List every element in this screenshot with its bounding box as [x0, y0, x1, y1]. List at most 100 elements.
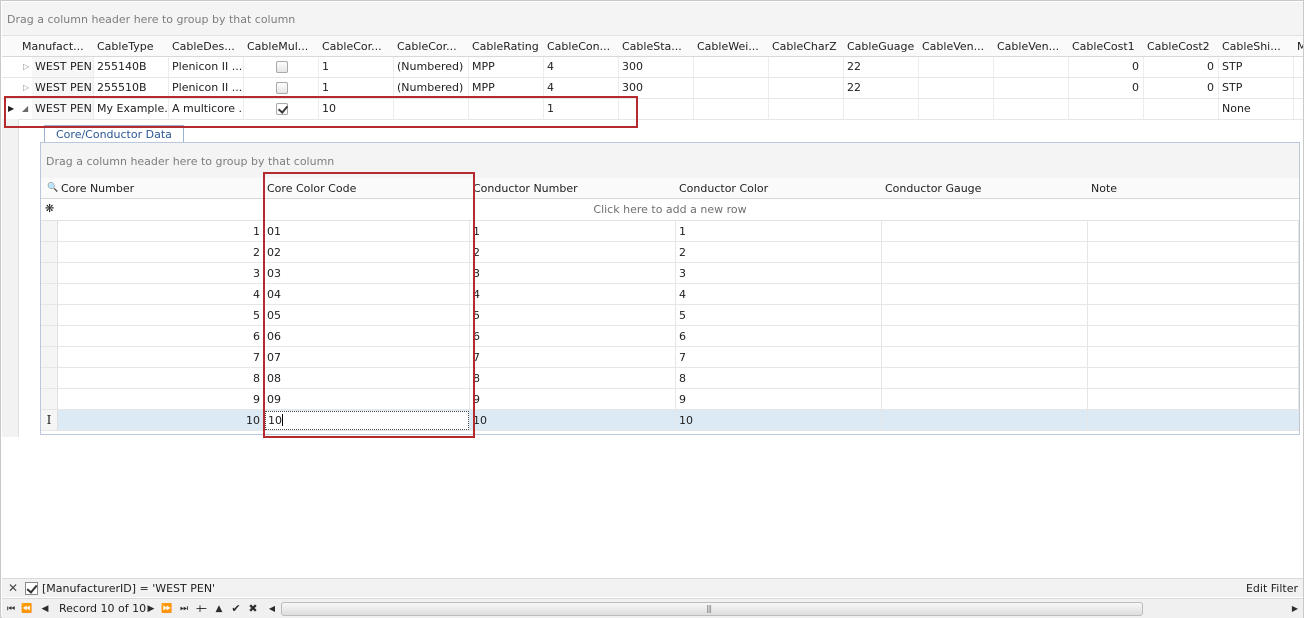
- cell-cablecharz[interactable]: [769, 78, 844, 98]
- cell-conductor-color[interactable]: 9: [676, 389, 882, 409]
- table-row[interactable]: 3 03 3 3: [41, 263, 1299, 284]
- cell-cabletype[interactable]: 255140B: [94, 57, 169, 77]
- col-header-cabletype[interactable]: CableType: [94, 36, 169, 57]
- cell-conductor-gauge[interactable]: [882, 389, 1088, 409]
- table-row[interactable]: 2 02 2 2: [41, 242, 1299, 263]
- cell-note[interactable]: [1088, 326, 1299, 346]
- cell-conductor-number[interactable]: 10: [470, 410, 676, 430]
- last-record-icon[interactable]: ⏭: [177, 601, 191, 617]
- scroll-right-icon[interactable]: ▶: [1288, 601, 1302, 617]
- new-row[interactable]: ❋ Click here to add a new row: [41, 199, 1299, 221]
- cell-cablecost2[interactable]: 0: [1144, 57, 1219, 77]
- table-row[interactable]: 4 04 4 4: [41, 284, 1299, 305]
- row-indicator[interactable]: [41, 242, 58, 262]
- col-header-cabledesc[interactable]: CableDes...: [169, 36, 244, 57]
- delete-record-icon[interactable]: −: [196, 601, 210, 617]
- col-header-conductor-number[interactable]: Conductor Number: [470, 178, 676, 199]
- previous-page-icon[interactable]: ⏪: [20, 601, 34, 617]
- cell-conductor-color[interactable]: 3: [676, 263, 882, 283]
- cell-core-numbering[interactable]: (Numbered): [394, 57, 469, 77]
- cell-cablevendor1[interactable]: [919, 57, 994, 77]
- cell-core-number[interactable]: 10: [58, 410, 264, 430]
- row-indicator[interactable]: [41, 305, 58, 325]
- cell-note[interactable]: [1088, 347, 1299, 367]
- cell-conductor-gauge[interactable]: [882, 284, 1088, 304]
- cell-cablerating[interactable]: MPP: [469, 57, 544, 77]
- cell-conductor-number[interactable]: 5: [470, 305, 676, 325]
- cell-cableconductors[interactable]: 4: [544, 57, 619, 77]
- edit-filter-button[interactable]: Edit Filter: [1246, 582, 1298, 595]
- col-header-cablevendor1[interactable]: CableVen...: [919, 36, 994, 57]
- cell-conductor-number[interactable]: 1: [470, 221, 676, 241]
- cell-cablecost2[interactable]: 0: [1144, 78, 1219, 98]
- cell-conductor-color[interactable]: 5: [676, 305, 882, 325]
- cell-conductor-number[interactable]: 8: [470, 368, 676, 388]
- horizontal-scrollbar[interactable]: |||: [281, 602, 1143, 616]
- cell-note[interactable]: [1088, 389, 1299, 409]
- col-header-cablestandard[interactable]: CableSta...: [619, 36, 694, 57]
- row-indicator[interactable]: [41, 284, 58, 304]
- edit-record-icon[interactable]: ▲: [212, 601, 226, 617]
- table-row[interactable]: 7 07 7 7: [41, 347, 1299, 368]
- cell-conductor-number[interactable]: 7: [470, 347, 676, 367]
- cell-cablestandard[interactable]: 300: [619, 57, 694, 77]
- cell-conductor-gauge[interactable]: [882, 368, 1088, 388]
- expand-icon[interactable]: ▷: [23, 78, 29, 98]
- cell-core-number[interactable]: 4: [58, 284, 264, 304]
- row-indicator[interactable]: [41, 221, 58, 241]
- filter-enable-checkbox[interactable]: [25, 582, 38, 595]
- cell-core-number[interactable]: 3: [58, 263, 264, 283]
- cell-note[interactable]: [1088, 284, 1299, 304]
- col-header-conductor-gauge[interactable]: Conductor Gauge: [882, 178, 1088, 199]
- cell-cablerating[interactable]: MPP: [469, 78, 544, 98]
- cell-conductor-number[interactable]: 4: [470, 284, 676, 304]
- table-row[interactable]: I 10 10 10 10: [41, 410, 1299, 431]
- col-header-conductor-color[interactable]: Conductor Color: [676, 178, 882, 199]
- cell-cableshield[interactable]: STP: [1219, 57, 1294, 77]
- cell-conductor-color[interactable]: 2: [676, 242, 882, 262]
- cell-manufacturer[interactable]: WEST PEN: [32, 57, 94, 77]
- multicore-checkbox[interactable]: [276, 82, 288, 94]
- cell-conductor-number[interactable]: 3: [470, 263, 676, 283]
- cell-conductor-gauge[interactable]: [882, 242, 1088, 262]
- cell-conductor-gauge[interactable]: [882, 347, 1088, 367]
- table-row[interactable]: ▷ WEST PEN 255140B Plenicon II ... 1 (Nu…: [2, 57, 1303, 78]
- multicore-checkbox[interactable]: [276, 61, 288, 73]
- cell-conductor-gauge[interactable]: [882, 326, 1088, 346]
- cell-conductor-color[interactable]: 4: [676, 284, 882, 304]
- first-record-icon[interactable]: ⏮: [4, 601, 18, 617]
- cell-conductor-gauge[interactable]: [882, 305, 1088, 325]
- cell-cablecost1[interactable]: 0: [1069, 78, 1144, 98]
- cell-cablevendor2[interactable]: [994, 57, 1069, 77]
- filter-expression[interactable]: [ManufacturerID] = 'WEST PEN': [42, 582, 215, 595]
- cell-cableguage[interactable]: 22: [844, 57, 919, 77]
- cell-conductor-color[interactable]: 1: [676, 221, 882, 241]
- cell-note[interactable]: [1088, 263, 1299, 283]
- col-header-cableguage[interactable]: CableGuage: [844, 36, 919, 57]
- text-cursor-icon[interactable]: I: [41, 410, 58, 430]
- row-indicator[interactable]: [41, 263, 58, 283]
- cell-note[interactable]: [1088, 305, 1299, 325]
- cancel-edit-icon[interactable]: ✖: [246, 601, 260, 617]
- table-row[interactable]: 5 05 5 5: [41, 305, 1299, 326]
- col-header-manufacturer[interactable]: Manufact...: [19, 36, 94, 57]
- cell-core-number[interactable]: 5: [58, 305, 264, 325]
- col-header-core-number[interactable]: Core Number: [58, 178, 264, 199]
- cell-conductor-gauge[interactable]: [882, 410, 1088, 430]
- cell-cableshield[interactable]: None: [1219, 99, 1294, 119]
- table-row[interactable]: 1 01 1 1: [41, 221, 1299, 242]
- table-row[interactable]: 6 06 6 6: [41, 326, 1299, 347]
- cell-conductor-color[interactable]: 6: [676, 326, 882, 346]
- cell-cabledesc[interactable]: Plenicon II ...: [169, 57, 244, 77]
- cell-conductor-gauge[interactable]: [882, 263, 1088, 283]
- cell-cabletype[interactable]: 255510B: [94, 78, 169, 98]
- cell-cableguage[interactable]: [844, 99, 919, 119]
- cell-conductor-color[interactable]: 10: [676, 410, 882, 430]
- cell-cablecores[interactable]: 1: [319, 78, 394, 98]
- col-header-more[interactable]: M: [1294, 36, 1303, 57]
- col-header-cablecore-numbering[interactable]: CableCor...: [394, 36, 469, 57]
- row-indicator[interactable]: [41, 368, 58, 388]
- cell-note[interactable]: [1088, 221, 1299, 241]
- col-header-cablerating[interactable]: CableRating: [469, 36, 544, 57]
- close-filter-icon[interactable]: ✕: [8, 581, 18, 595]
